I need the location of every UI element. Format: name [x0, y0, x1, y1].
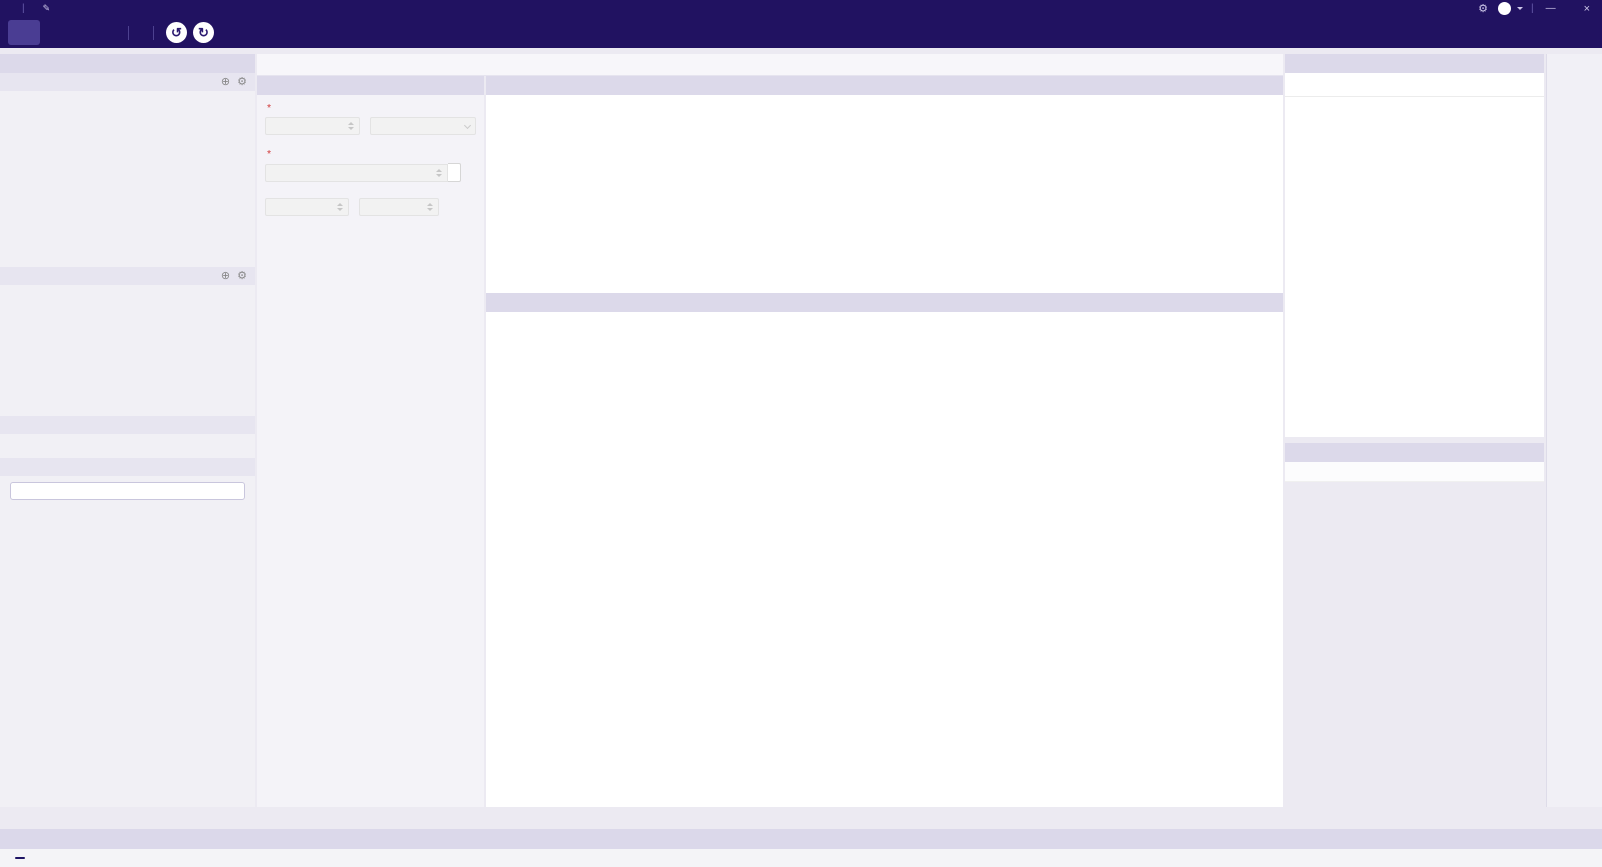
output-channel-header: ⊕ ⚙ — [0, 267, 255, 285]
setup-panel-header — [0, 54, 255, 73]
filter-header — [0, 416, 255, 434]
redo-button[interactable]: ↻ — [193, 22, 214, 43]
data-selector-tabs — [1285, 73, 1544, 97]
data-selector-panel — [1285, 54, 1544, 437]
right-column — [1285, 54, 1544, 482]
stepper-icon[interactable] — [337, 203, 343, 211]
measure-tabs — [257, 54, 1283, 76]
window-divider: | — [1531, 3, 1534, 14]
add-channel-icon[interactable]: ⊕ — [221, 271, 230, 282]
delay-unit — [448, 163, 461, 182]
data-set-table-header — [1285, 462, 1544, 482]
setup-panel: ⊕ ⚙ ⊕ ⚙ — [0, 54, 255, 807]
record-waveform-chart[interactable] — [486, 123, 1283, 293]
record-duration-unit-select[interactable] — [370, 117, 476, 135]
settings-panel-header — [257, 76, 484, 95]
data-viewer-header — [486, 293, 1283, 312]
titlebar-divider: | — [22, 3, 25, 14]
calibration-header — [0, 458, 255, 476]
account-chevron-down-icon[interactable] — [1517, 7, 1523, 10]
chevron-down-icon — [464, 121, 471, 128]
time-axis-labels — [486, 110, 1283, 123]
center-column — [257, 54, 1283, 807]
required-marker — [267, 148, 272, 160]
input-channel-header: ⊕ ⚙ — [0, 73, 255, 91]
data-set-panel — [1285, 443, 1544, 482]
status-bar — [0, 849, 1602, 867]
undo-button[interactable]: ↺ — [166, 22, 187, 43]
waveform-viewer-header — [486, 76, 1283, 95]
minimize-button[interactable]: — — [1542, 3, 1560, 14]
measurement-time-value — [15, 857, 25, 859]
delay-label — [267, 148, 474, 160]
channel-settings-icon[interactable]: ⚙ — [237, 271, 247, 282]
record-duration-label — [267, 102, 474, 114]
data-selector-header — [1285, 54, 1544, 73]
toolbar: ↺ ↻ — [0, 17, 1602, 48]
stepper-icon[interactable] — [348, 122, 354, 130]
main-area: ⊕ ⚙ ⊕ ⚙ — [0, 48, 1602, 829]
add-channel-icon[interactable]: ⊕ — [221, 77, 230, 88]
data-selector-tree — [1285, 97, 1544, 101]
required-marker — [267, 102, 272, 114]
hardware-channel-toggle — [0, 789, 255, 807]
channel-settings-icon[interactable]: ⚙ — [237, 77, 247, 88]
delay-input[interactable] — [265, 164, 448, 182]
titlebar: | ✎ ⚙ | — × — [0, 0, 1602, 17]
avatar[interactable] — [1498, 2, 1511, 15]
calibration-button[interactable] — [10, 482, 245, 500]
frequency-min-input[interactable] — [265, 198, 349, 216]
frequency-max-input[interactable] — [359, 198, 439, 216]
record-waveform-chart-title — [486, 95, 1283, 110]
sequence-button[interactable] — [84, 20, 116, 45]
edit-title-icon[interactable]: ✎ — [39, 3, 55, 14]
channel-matrix-button[interactable] — [8, 20, 40, 45]
charts-panel — [486, 76, 1283, 807]
record-duration-input[interactable] — [265, 117, 360, 135]
data-set-header — [1285, 443, 1544, 462]
stepper-icon[interactable] — [427, 203, 433, 211]
close-button[interactable]: × — [1580, 3, 1594, 15]
monitor-scope-button[interactable] — [46, 20, 78, 45]
toolbar-divider-2 — [153, 26, 154, 40]
stepper-icon[interactable] — [436, 169, 442, 177]
toolbar-divider — [128, 26, 129, 40]
settings-gear-icon[interactable]: ⚙ — [1474, 2, 1492, 15]
settings-panel — [257, 76, 484, 807]
bottom-strip — [0, 829, 1602, 849]
side-strip — [1546, 54, 1602, 807]
